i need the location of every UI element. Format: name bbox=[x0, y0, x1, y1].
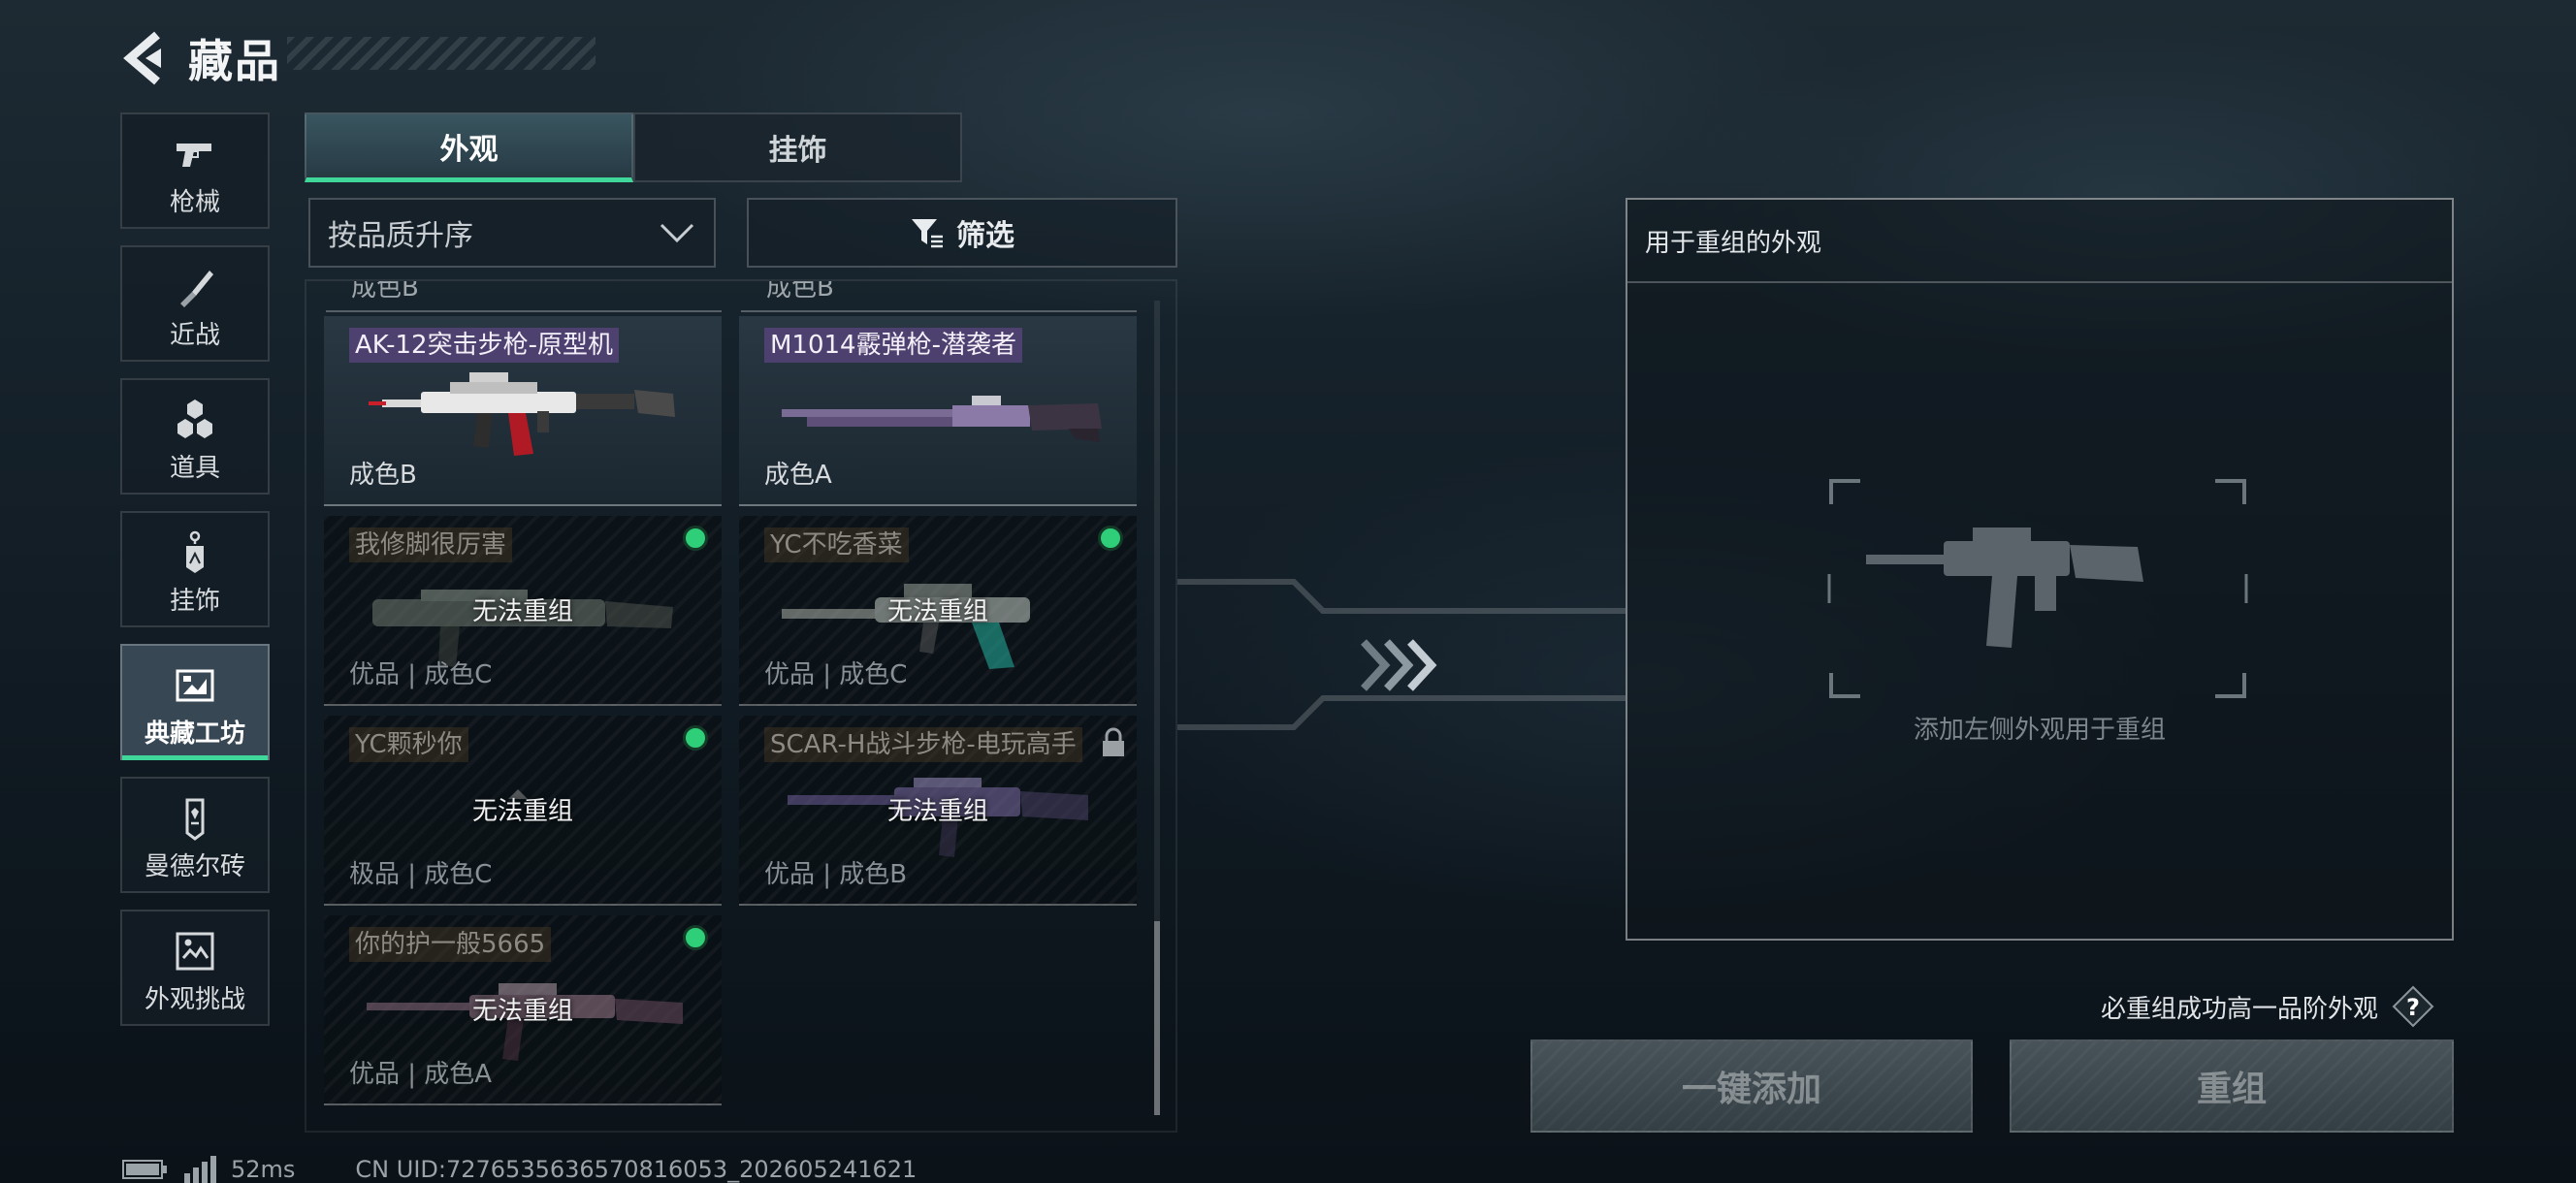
appearance-tabs: 外观 挂饰 bbox=[305, 112, 962, 182]
skin-card-locked[interactable]: SCAR-H战斗步枪-电玩高手 无法重组 优品 | 成色B bbox=[739, 716, 1137, 906]
equipped-status-dot bbox=[683, 725, 708, 751]
guarantee-notice: 必重组成功高一品阶外观 ? bbox=[2101, 985, 2434, 1028]
mandel-brick-icon bbox=[185, 798, 205, 841]
skin-quality-condition: 优品 | 成色A bbox=[349, 1060, 493, 1089]
skin-name: 你的护一般5665 bbox=[349, 927, 552, 962]
skin-quality-condition: 优品 | 成色C bbox=[764, 660, 908, 689]
sidebar-item-label: 典藏工坊 bbox=[144, 719, 245, 749]
sidebar-item-guns[interactable]: 枪械 bbox=[120, 112, 270, 229]
lock-icon bbox=[1103, 727, 1124, 756]
hexagon-items-icon bbox=[177, 400, 212, 438]
tab-charms[interactable]: 挂饰 bbox=[633, 112, 962, 182]
skin-name: SCAR-H战斗步枪-电玩高手 bbox=[764, 727, 1082, 762]
sidebar-item-appearance-challenge[interactable]: 外观挑战 bbox=[120, 910, 270, 1026]
cannot-recombine-label: 无法重组 bbox=[886, 797, 988, 826]
sidebar-item-workshop[interactable]: 典藏工坊 bbox=[120, 644, 270, 760]
user-uid: CN UID:7276535636570816053_202605241621 bbox=[355, 1156, 918, 1183]
filter-label: 筛选 bbox=[956, 219, 1014, 253]
sidebar-item-label: 外观挑战 bbox=[144, 985, 245, 1014]
skin-card-m1014[interactable]: M1014霰弹枪-潜袭者 成色A bbox=[739, 316, 1137, 506]
sidebar-item-label: 近战 bbox=[169, 321, 220, 350]
sidebar-item-label: 挂饰 bbox=[169, 587, 220, 616]
skin-card-equipped[interactable]: 你的护一般5665 无法重组 优品 | 成色A bbox=[324, 915, 722, 1105]
equipped-status-dot bbox=[1098, 526, 1123, 551]
skin-card-equipped[interactable]: YC颗秒你 无法重组 极品 | 成色C bbox=[324, 716, 722, 906]
page-title: 藏品 bbox=[188, 35, 281, 87]
skin-condition: 成色A bbox=[764, 461, 832, 490]
ping-value: 52ms bbox=[231, 1156, 296, 1183]
triple-chevron-right-icon bbox=[1361, 639, 1437, 691]
skin-quality-condition: 优品 | 成色B bbox=[764, 860, 908, 889]
signal-icon bbox=[184, 1156, 216, 1183]
skin-card-equipped[interactable]: 我修脚很厉害 无法重组 优品 | 成色C bbox=[324, 516, 722, 706]
title-decoration bbox=[287, 37, 596, 70]
cannot-recombine-label: 无法重组 bbox=[471, 597, 573, 626]
back-arrow-icon[interactable] bbox=[120, 29, 169, 87]
skin-card-equipped[interactable]: YC不吃香菜 无法重组 优品 | 成色C bbox=[739, 516, 1137, 706]
partial-card: 成色B bbox=[741, 281, 1137, 312]
add-all-button[interactable]: 一键添加 bbox=[1530, 1039, 1973, 1133]
status-bar: 52ms CN UID:7276535636570816053_20260524… bbox=[122, 1156, 917, 1183]
sort-label: 按品质升序 bbox=[328, 219, 473, 253]
cannot-recombine-label: 无法重组 bbox=[471, 997, 573, 1026]
skin-name: M1014霰弹枪-潜袭者 bbox=[764, 328, 1022, 363]
header: 藏品 bbox=[120, 21, 281, 95]
battery-icon bbox=[122, 1160, 167, 1179]
sidebar-item-label: 曼德尔砖 bbox=[144, 852, 245, 881]
equipped-status-dot bbox=[683, 526, 708, 551]
charm-tag-icon bbox=[186, 530, 204, 573]
sidebar-item-items[interactable]: 道具 bbox=[120, 378, 270, 495]
sidebar-item-label: 枪械 bbox=[169, 188, 220, 217]
cannot-recombine-label: 无法重组 bbox=[471, 797, 573, 826]
recombine-button[interactable]: 重组 bbox=[2010, 1039, 2454, 1133]
question-mark-icon[interactable]: ? bbox=[2392, 985, 2434, 1028]
partial-card: 成色B bbox=[326, 281, 722, 312]
appearance-grid: 成色B 成色B AK-12突击步枪-原型机 成色B M1014霰弹枪-潜袭者 成… bbox=[306, 281, 1175, 1125]
skin-card-ak12[interactable]: AK-12突击步枪-原型机 成色B bbox=[324, 316, 722, 506]
guarantee-text: 必重组成功高一品阶外观 bbox=[2101, 994, 2379, 1024]
knife-icon bbox=[180, 271, 213, 307]
pistol-icon bbox=[177, 144, 211, 167]
skin-name: AK-12突击步枪-原型机 bbox=[349, 328, 619, 363]
sidebar-item-label: 道具 bbox=[169, 454, 220, 483]
recombine-panel: 用于重组的外观 添加左侧外观用于重组 bbox=[1626, 198, 2454, 941]
challenge-icon bbox=[176, 932, 214, 971]
equipped-status-dot bbox=[683, 925, 708, 950]
filter-icon bbox=[912, 219, 943, 248]
chevron-down-icon bbox=[660, 223, 694, 243]
sidebar-item-mandel-brick[interactable]: 曼德尔砖 bbox=[120, 777, 270, 893]
svg-text:?: ? bbox=[2406, 994, 2420, 1021]
skin-condition: 成色B bbox=[349, 461, 417, 490]
skin-quality-condition: 极品 | 成色C bbox=[349, 860, 493, 889]
recombine-hint: 添加左侧外观用于重组 bbox=[1913, 716, 2166, 745]
sidebar-item-melee[interactable]: 近战 bbox=[120, 245, 270, 362]
skin-quality-condition: 优品 | 成色C bbox=[349, 660, 493, 689]
scrollbar-thumb[interactable] bbox=[1154, 921, 1160, 1115]
skin-name: 我修脚很厉害 bbox=[349, 528, 513, 562]
filter-button[interactable]: 筛选 bbox=[747, 198, 1177, 268]
cannot-recombine-label: 无法重组 bbox=[886, 597, 988, 626]
sidebar-item-charms[interactable]: 挂饰 bbox=[120, 511, 270, 627]
recombine-slot[interactable] bbox=[1827, 477, 2248, 700]
skin-name: YC颗秒你 bbox=[349, 727, 468, 762]
workshop-frame-icon bbox=[176, 669, 214, 702]
grid-scrollbar[interactable] bbox=[1154, 301, 1160, 1115]
tab-appearance[interactable]: 外观 bbox=[305, 112, 633, 182]
recombine-panel-title: 用于重组的外观 bbox=[1627, 200, 2452, 283]
skin-name: YC不吃香菜 bbox=[764, 528, 909, 562]
sort-dropdown[interactable]: 按品质升序 bbox=[308, 198, 716, 268]
